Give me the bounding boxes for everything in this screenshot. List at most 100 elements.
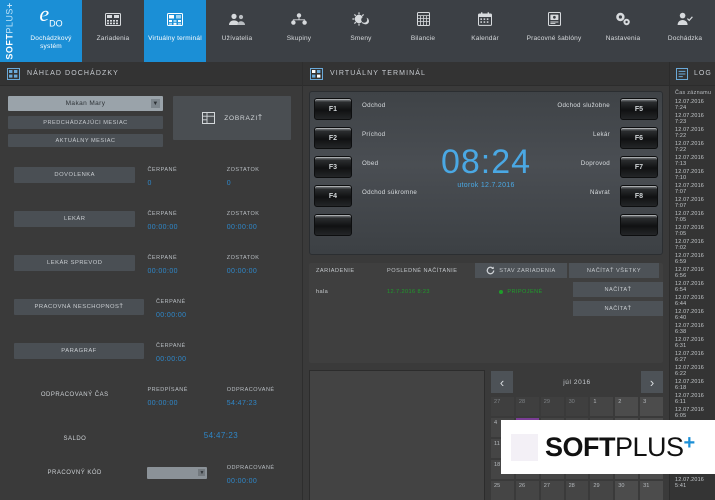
user-check-icon (677, 6, 693, 32)
balance-button[interactable]: LEKÁR SPREVOD (14, 255, 135, 271)
nav-tab-label: Pracovné šablóny (516, 35, 592, 43)
current-month-button[interactable]: AKTUÁLNY MESIAC (8, 134, 163, 147)
calendar-day[interactable]: 29 (541, 397, 564, 416)
balance-row-lekar-sprevod: LEKÁR SPREVOD ČERPANÉ 00:00:00 ZOSTATOK … (8, 255, 294, 299)
balance-used: ČERPANÉ 00:00:00 (147, 255, 214, 275)
log-entry[interactable]: 12.07.2016 7:22 (670, 126, 715, 140)
log-entry[interactable]: 12.07.2016 7:07 (670, 196, 715, 210)
log-entry[interactable]: 12.07.2016 7:02 (670, 238, 715, 252)
attendance-panel-header: NÁHĽAD DOCHÁDZKY (0, 62, 302, 86)
log-entry[interactable]: 12.07.2016 5:41 (670, 476, 715, 490)
balance-used-value: 0 (147, 180, 214, 187)
watermark-plus-sign: + (684, 432, 695, 454)
log-entry[interactable]: 12.07.2016 7:24 (670, 98, 715, 112)
log-entry[interactable]: 12.07.2016 6:31 (670, 336, 715, 350)
show-button-label: ZOBRAZIŤ (224, 115, 263, 122)
nav-tab-bilancie[interactable]: Bilancie (392, 0, 454, 62)
nav-tab-uzivatelia[interactable]: Užívatelia (206, 0, 268, 62)
function-key-blank-right[interactable] (620, 214, 658, 236)
chevron-down-icon[interactable]: ▼ (151, 99, 160, 108)
calendar-day[interactable]: 28 (516, 397, 539, 416)
log-entry[interactable]: 12.07.2016 7:23 (670, 112, 715, 126)
log-entry[interactable]: 12.07.2016 6:38 (670, 322, 715, 336)
log-entry[interactable]: 12.07.2016 6:44 (670, 294, 715, 308)
nav-tab-virtualny-terminal[interactable]: Virtuálny terminál (144, 0, 206, 62)
user-select[interactable]: Makan Mary ▼ (8, 96, 163, 111)
calendar-day[interactable]: 30 (566, 397, 589, 416)
calendar-next-button[interactable]: › (641, 371, 663, 393)
nav-tab-smeny[interactable]: Smeny (330, 0, 392, 62)
function-key-blank-left[interactable] (314, 214, 352, 236)
nav-tab-label: Smeny (330, 35, 392, 43)
balance-button[interactable]: PARAGRAF (14, 343, 144, 359)
workcode-row: PRACOVNÝ KÓD ▼ ODPRACOVANÉ 00:00:00 (8, 465, 294, 499)
function-key-f5[interactable]: F5 (620, 98, 658, 120)
show-button[interactable]: ZOBRAZIŤ (173, 96, 291, 140)
calendar-day[interactable]: 29 (590, 481, 613, 500)
log-entry[interactable]: 12.07.2016 7:13 (670, 154, 715, 168)
read-button-2[interactable]: NAČÍTAŤ (573, 301, 663, 316)
calendar-day[interactable]: 26 (516, 481, 539, 500)
nav-tab-kalendar[interactable]: Kalendár (454, 0, 516, 62)
log-entry[interactable]: 12.07.2016 6:22 (670, 364, 715, 378)
calendar-day[interactable]: 25 (491, 481, 514, 500)
calendar-day[interactable]: 2 (615, 397, 638, 416)
balance-remaining-value: 00:00:00 (227, 224, 294, 231)
balance-remaining: ZOSTATOK 00:00:00 (227, 255, 294, 275)
nav-tab-dochadzkovy-system[interactable]: eDO Dochádzkový systém (20, 0, 82, 62)
balance-button[interactable]: DOVOLENKA (14, 167, 135, 183)
balance-button[interactable]: PRACOVNÁ NESCHOPNOSŤ (14, 299, 144, 315)
calendar-prev-button[interactable]: ‹ (491, 371, 513, 393)
nav-tab-skupiny[interactable]: Skupiny (268, 0, 330, 62)
nav-tab-dochadzka[interactable]: Dochádzka (654, 0, 715, 62)
read-button-1[interactable]: NAČÍTAŤ (573, 282, 663, 297)
log-entry[interactable]: 12.07.2016 6:54 (670, 280, 715, 294)
calendar-day[interactable]: 31 (640, 481, 663, 500)
log-entry[interactable]: 12.07.2016 7:10 (670, 168, 715, 182)
workcode-select[interactable]: ▼ (147, 467, 207, 479)
balance-button[interactable]: LEKÁR (14, 211, 135, 227)
chevron-down-icon[interactable]: ▼ (198, 469, 205, 476)
device-status-button[interactable]: STAV ZARIADENIA (475, 263, 567, 278)
top-navigation: SOFTPLUS+ eDO Dochádzkový systém Zariade… (0, 0, 715, 62)
log-entry[interactable]: 12.07.2016 6:05 (670, 406, 715, 420)
function-key-f4[interactable]: F4 (314, 185, 352, 207)
terminal-display: F1 F2 F3 F4 Odchod Príchod Obed Odchod s… (309, 91, 663, 255)
function-key-f6[interactable]: F6 (620, 127, 658, 149)
calendar-day[interactable]: 27 (541, 481, 564, 500)
balance-remaining-value: 00:00:00 (227, 268, 294, 275)
function-key-f3[interactable]: F3 (314, 156, 352, 178)
function-key-f2[interactable]: F2 (314, 127, 352, 149)
nav-tab-zariadenia[interactable]: Zariadenia (82, 0, 144, 62)
log-entry[interactable]: 12.07.2016 7:07 (670, 182, 715, 196)
device-status-text: PRIPOJENÉ (507, 289, 542, 295)
log-entry[interactable]: 12.07.2016 6:59 (670, 252, 715, 266)
terminal-clock-area: 08:24 utorok 12.7.2016 (356, 144, 616, 189)
worked-actual-caption: ODPRACOVANÉ (227, 387, 294, 393)
log-entry[interactable]: 12.07.2016 6:11 (670, 392, 715, 406)
read-all-button[interactable]: NAČÍTAŤ VŠETKY (569, 263, 659, 278)
calendar-day[interactable]: 1 (590, 397, 613, 416)
log-entry[interactable]: 12.07.2016 6:27 (670, 350, 715, 364)
function-key-f1[interactable]: F1 (314, 98, 352, 120)
nav-tab-nastavenia[interactable]: Nastavenia (592, 0, 654, 62)
calendar-day[interactable]: 27 (491, 397, 514, 416)
calendar-day[interactable]: 28 (566, 481, 589, 500)
worked-prescribed-caption: PREDPÍSANÉ (147, 387, 214, 393)
log-entry[interactable]: 12.07.2016 7:22 (670, 140, 715, 154)
function-key-f8[interactable]: F8 (620, 185, 658, 207)
log-entry[interactable]: 12.07.2016 7:05 (670, 224, 715, 238)
calendar-day[interactable]: 30 (615, 481, 638, 500)
log-entry[interactable]: 12.07.2016 7:05 (670, 210, 715, 224)
balance-used: ČERPANÉ 00:00:00 (156, 343, 228, 363)
prev-month-button[interactable]: PREDCHÁDZAJÚCI MESIAC (8, 116, 163, 129)
nav-tab-pracovne-sablony[interactable]: Pracovné šablóny (516, 0, 592, 62)
function-key-f7[interactable]: F7 (620, 156, 658, 178)
groups-icon (290, 6, 308, 32)
log-entry[interactable]: 12.07.2016 6:56 (670, 266, 715, 280)
workcode-sum-value: 00:00:00 (227, 478, 294, 485)
attendance-preview-panel: NÁHĽAD DOCHÁDZKY Makan Mary ▼ PREDCHÁDZA… (0, 62, 303, 500)
calendar-day[interactable]: 3 (640, 397, 663, 416)
log-entry[interactable]: 12.07.2016 6:40 (670, 308, 715, 322)
log-entry[interactable]: 12.07.2016 6:18 (670, 378, 715, 392)
